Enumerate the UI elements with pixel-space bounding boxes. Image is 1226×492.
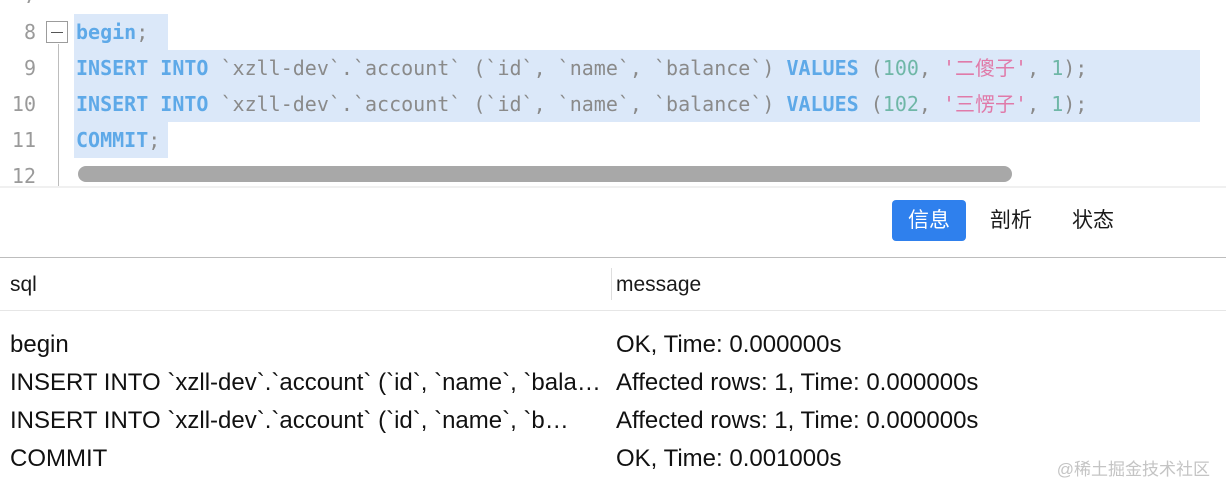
string-literal: '二傻子'	[943, 56, 1028, 80]
sql-keyword: INTO	[160, 92, 209, 116]
code-token: ;	[148, 128, 161, 152]
sql-keyword: INTO	[160, 56, 209, 80]
code-text: COMMIT;	[76, 122, 160, 158]
sql-keyword: INSERT	[76, 56, 149, 80]
code-token: `xzll-dev`.`account` (`id`, `name`, `bal…	[208, 92, 787, 116]
code-token: ,	[1027, 56, 1052, 80]
line-number: 9	[23, 56, 36, 80]
code-token: ,	[918, 56, 943, 80]
sql-cell[interactable]: COMMIT	[10, 440, 107, 478]
column-header-message[interactable]: message	[616, 270, 701, 300]
message-cell[interactable]: Affected rows: 1, Time: 0.000000s	[616, 402, 978, 440]
message-cell[interactable]: OK, Time: 0.001000s	[616, 440, 841, 478]
sql-keyword: begin	[76, 20, 137, 44]
code-token: (	[858, 92, 883, 116]
sql-keyword: VALUES	[786, 92, 859, 116]
line-number: 10	[11, 92, 36, 116]
tabs-divider	[0, 257, 1226, 258]
sql-cell[interactable]: INSERT INTO `xzll-dev`.`account` (`id`, …	[10, 364, 608, 402]
number-literal: 102	[882, 92, 919, 116]
fold-collapse-icon[interactable]	[46, 21, 68, 43]
line-number: 8	[23, 20, 36, 44]
code-token: );	[1063, 92, 1088, 116]
number-literal: 1	[1051, 56, 1064, 80]
code-token: `xzll-dev`.`account` (`id`, `name`, `bal…	[208, 56, 787, 80]
header-divider	[0, 310, 1226, 311]
code-token: ,	[918, 92, 943, 116]
tab-info[interactable]: 信息	[892, 200, 966, 241]
number-literal: 1	[1051, 92, 1064, 116]
code-text: INSERT INTO `xzll-dev`.`account` (`id`, …	[76, 86, 1087, 122]
tab-profile[interactable]: 剖析	[976, 200, 1046, 241]
code-text: begin;	[76, 14, 148, 50]
code-line[interactable]: 10 INSERT INTO `xzll-dev`.`account` (`id`…	[0, 86, 1226, 122]
code-line[interactable]: 7	[0, 0, 1226, 14]
code-token: ;	[136, 20, 149, 44]
line-number: 7	[0, 0, 36, 14]
sql-keyword: COMMIT	[76, 128, 149, 152]
line-number: 11	[11, 128, 36, 152]
message-cell[interactable]: Affected rows: 1, Time: 0.000000s	[616, 364, 978, 402]
column-resize-handle[interactable]	[611, 268, 612, 300]
code-token: (	[858, 56, 883, 80]
fold-guide	[58, 44, 59, 186]
code-token: );	[1063, 56, 1088, 80]
code-text: INSERT INTO `xzll-dev`.`account` (`id`, …	[76, 50, 1087, 86]
code-token: ,	[1027, 92, 1052, 116]
horizontal-scrollbar[interactable]	[78, 166, 1012, 182]
column-header-sql[interactable]: sql	[10, 270, 37, 300]
code-line[interactable]: 8 begin;	[0, 14, 1226, 50]
number-literal: 100	[882, 56, 919, 80]
sql-cell[interactable]: INSERT INTO `xzll-dev`.`account` (`id`, …	[10, 402, 572, 440]
sql-keyword: VALUES	[786, 56, 859, 80]
watermark: @稀土掘金技术社区	[1056, 460, 1210, 479]
code-line[interactable]: 9 INSERT INTO `xzll-dev`.`account` (`id`,…	[0, 50, 1226, 86]
message-cell[interactable]: OK, Time: 0.000000s	[616, 326, 841, 364]
string-literal: '三愣子'	[943, 92, 1028, 116]
sql-cell[interactable]: begin	[10, 326, 69, 364]
sql-editor[interactable]: 7 8 begin; 9 INSERT INTO `xzll-dev`.`account…	[0, 0, 1226, 188]
sql-keyword: INSERT	[76, 92, 149, 116]
tab-status[interactable]: 状态	[1058, 200, 1128, 241]
editor-divider	[0, 186, 1226, 188]
code-line[interactable]: 11 COMMIT;	[0, 122, 1226, 158]
line-number: 12	[11, 164, 36, 188]
